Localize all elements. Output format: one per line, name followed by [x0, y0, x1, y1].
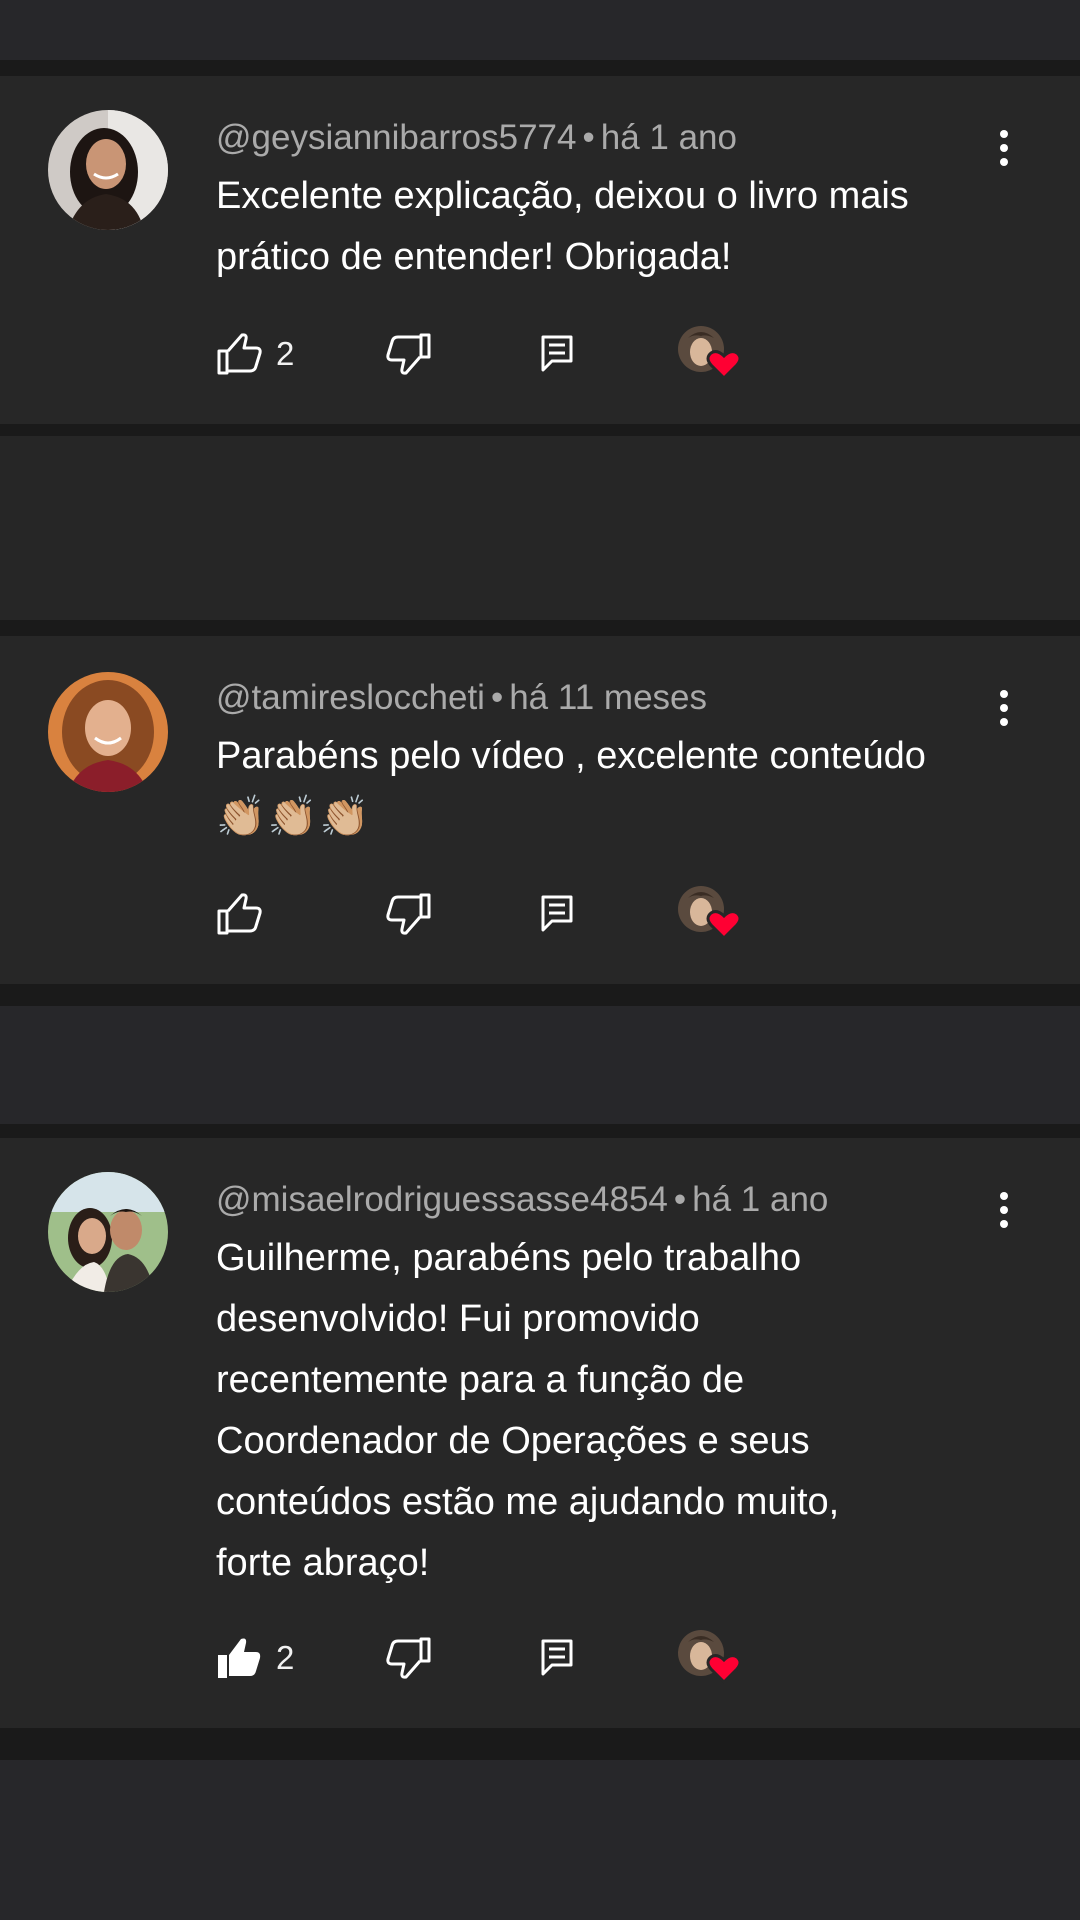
comment-meta: @tamiresloccheti • há 11 meses — [216, 680, 707, 715]
like-button[interactable]: 2 — [216, 1628, 294, 1688]
comment-actions — [0, 884, 1080, 944]
creator-heart-badge — [676, 324, 742, 384]
thumb-down-icon — [386, 1637, 431, 1679]
reply-comment-icon — [541, 895, 573, 932]
avatar[interactable] — [48, 1172, 168, 1292]
creator-heart-icon — [706, 1654, 742, 1685]
thumb-down-icon — [386, 333, 431, 375]
comment-actions: 2 — [0, 324, 1080, 384]
thumb-up-icon — [217, 333, 262, 375]
reply-comment-icon — [541, 335, 573, 372]
comment-text-line: prático de entender! Obrigada! — [216, 236, 732, 278]
separator — [0, 984, 1080, 1006]
separator — [0, 60, 1080, 76]
author-handle[interactable]: @tamiresloccheti — [216, 678, 485, 717]
meta-separator: • — [673, 1180, 687, 1219]
comment-meta: @misaelrodriguessasse4854 • há 1 ano — [216, 1182, 828, 1217]
dislike-button[interactable] — [386, 884, 432, 944]
separator — [0, 620, 1080, 636]
comment-time: há 1 ano — [600, 118, 737, 157]
comment-time: há 1 ano — [692, 1180, 829, 1219]
comment-text-line: Parabéns pelo vídeo , excelente conteúdo — [216, 735, 926, 777]
comment-text-line: forte abraço! — [216, 1542, 430, 1584]
reply-comment-icon — [541, 1639, 573, 1676]
thumb-down-icon — [386, 893, 431, 935]
like-button[interactable] — [216, 884, 276, 944]
like-count: 2 — [276, 335, 295, 372]
thumb-up-filled-icon — [218, 1638, 261, 1678]
comment-text-line: desenvolvido! Fui promovido — [216, 1298, 700, 1340]
like-count: 2 — [276, 1639, 295, 1676]
separator — [0, 424, 1080, 436]
reply-button[interactable] — [540, 1628, 574, 1688]
separator — [0, 1728, 1080, 1760]
comment-text: Excelente explicação, deixou o livro mai… — [216, 166, 1016, 288]
empty-row — [0, 436, 1080, 620]
dislike-button[interactable] — [386, 324, 432, 384]
comment-text-line: Coordenador de Operações e seus — [216, 1420, 810, 1462]
comments-screen: @geysiannibarros5774 • há 1 ano Excelente … — [0, 0, 1080, 1920]
comment-text-line: conteúdos estão me ajudando muito, — [216, 1481, 840, 1523]
comment-time: há 11 meses — [509, 678, 708, 717]
meta-separator: • — [490, 678, 504, 717]
avatar[interactable] — [48, 672, 168, 792]
separator — [0, 1124, 1080, 1138]
comment-thread: @geysiannibarros5774 • há 1 ano Excelente … — [0, 76, 1080, 424]
reply-button[interactable] — [540, 884, 574, 944]
comment-thread: @misaelrodriguessasse4854 • há 1 ano Guilh… — [0, 1138, 1080, 1728]
avatar[interactable] — [48, 110, 168, 230]
creator-heart-icon — [706, 910, 742, 941]
comment-meta: @geysiannibarros5774 • há 1 ano — [216, 120, 737, 155]
comment-text-line: 👏🏼👏🏼👏🏼 — [216, 795, 372, 839]
like-button[interactable]: 2 — [216, 324, 294, 384]
comment-actions: 2 — [0, 1628, 1080, 1688]
meta-separator: • — [582, 118, 595, 157]
thumb-up-icon — [217, 893, 262, 935]
comment-thread: @tamiresloccheti • há 11 meses Parabéns pe… — [0, 636, 1080, 984]
creator-heart-badge — [676, 1628, 742, 1688]
author-handle[interactable]: @misaelrodriguessasse4854 — [216, 1180, 668, 1219]
creator-heart-badge — [676, 884, 742, 944]
creator-heart-icon — [706, 350, 742, 381]
comment-text-line: recentemente para a função de — [216, 1359, 745, 1401]
comment-text: Parabéns pelo vídeo , excelente conteúdo… — [216, 726, 1016, 848]
dislike-button[interactable] — [386, 1628, 432, 1688]
comment-text-line: Guilherme, parabéns pelo trabalho — [216, 1237, 802, 1279]
author-handle[interactable]: @geysiannibarros5774 — [216, 118, 576, 157]
comment-text-line: Excelente explicação, deixou o livro mai… — [216, 175, 909, 217]
reply-button[interactable] — [540, 324, 574, 384]
comment-text: Guilherme, parabéns pelo trabalho desenv… — [216, 1228, 1016, 1594]
